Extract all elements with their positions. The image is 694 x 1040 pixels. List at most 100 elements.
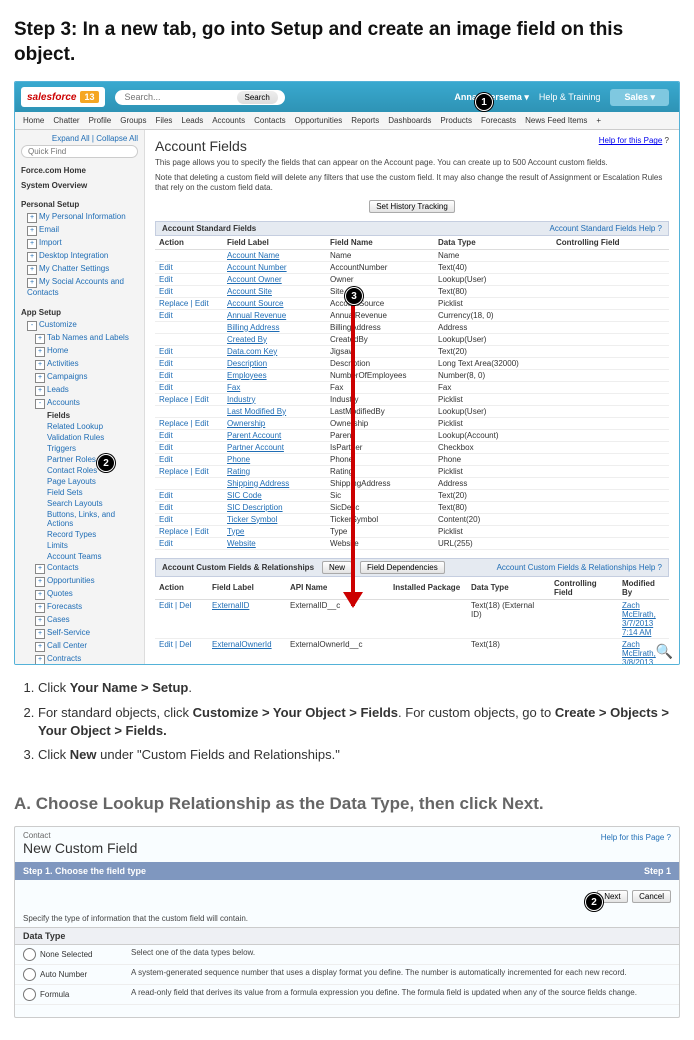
- quick-find-input[interactable]: [21, 145, 138, 158]
- tab-contacts[interactable]: Contacts: [254, 116, 286, 125]
- sidebar-item[interactable]: +Self-Service: [21, 627, 138, 640]
- sidebar-item[interactable]: +My Personal Information: [21, 211, 138, 224]
- tab-leads[interactable]: Leads: [181, 116, 203, 125]
- tab-profile[interactable]: Profile: [89, 116, 112, 125]
- row-action[interactable]: Edit: [155, 309, 223, 321]
- sidebar-item[interactable]: +Opportunities: [21, 575, 138, 588]
- tab-chatter[interactable]: Chatter: [53, 116, 79, 125]
- sidebar-item[interactable]: +Call Center: [21, 640, 138, 653]
- accounts-node[interactable]: -Accounts: [21, 397, 138, 410]
- sidebar-item[interactable]: +Quotes: [21, 588, 138, 601]
- ncf-help-link[interactable]: Help for this Page ?: [601, 827, 679, 842]
- tab-news-feed-items[interactable]: News Feed Items: [525, 116, 587, 125]
- sidebar-item[interactable]: +Forecasts: [21, 601, 138, 614]
- radio-none[interactable]: None Selected Select one of the data typ…: [15, 945, 679, 965]
- row-action[interactable]: Edit: [155, 453, 223, 465]
- field-label-link[interactable]: Account Number: [227, 263, 287, 272]
- field-label-link[interactable]: Website: [227, 539, 256, 548]
- row-action[interactable]: Edit: [155, 345, 223, 357]
- sidebar-item[interactable]: +Activities: [21, 358, 138, 371]
- sidebar-item[interactable]: +Home: [21, 345, 138, 358]
- row-action[interactable]: [155, 477, 223, 489]
- sidebar-item[interactable]: Validation Rules: [21, 432, 138, 443]
- forcecom-home-link[interactable]: Force.com Home: [21, 166, 138, 175]
- sidebar-item[interactable]: Buttons, Links, and Actions: [21, 509, 138, 529]
- tab-dashboards[interactable]: Dashboards: [388, 116, 431, 125]
- row-action[interactable]: Edit: [155, 285, 223, 297]
- sidebar-item[interactable]: Fields: [21, 410, 138, 421]
- search-input[interactable]: [123, 91, 237, 103]
- sidebar-item[interactable]: Page Layouts: [21, 476, 138, 487]
- row-action[interactable]: [155, 405, 223, 417]
- field-label-link[interactable]: Rating: [227, 467, 250, 476]
- sidebar-item[interactable]: +Import: [21, 237, 138, 250]
- field-label-link[interactable]: Shipping Address: [227, 479, 289, 488]
- tab-files[interactable]: Files: [156, 116, 173, 125]
- tab-groups[interactable]: Groups: [120, 116, 146, 125]
- sidebar-item[interactable]: +Cases: [21, 614, 138, 627]
- field-label-link[interactable]: Account Site: [227, 287, 272, 296]
- sidebar-item[interactable]: Contact Roles: [21, 465, 138, 476]
- field-dependencies-button[interactable]: Field Dependencies: [360, 561, 445, 574]
- field-label-link[interactable]: Description: [227, 359, 267, 368]
- sidebar-item[interactable]: Related Lookup: [21, 421, 138, 432]
- zoom-icon[interactable]: 🔍: [656, 643, 673, 660]
- row-action[interactable]: Edit: [155, 513, 223, 525]
- row-action[interactable]: Edit | Del: [155, 599, 208, 638]
- sidebar-item[interactable]: Search Layouts: [21, 498, 138, 509]
- expand-collapse-link[interactable]: Expand All | Collapse All: [21, 134, 138, 143]
- field-label-link[interactable]: Last Modified By: [227, 407, 286, 416]
- app-switcher[interactable]: Sales ▾: [610, 89, 669, 106]
- field-label-link[interactable]: Ownership: [227, 419, 265, 428]
- set-history-tracking-button[interactable]: Set History Tracking: [369, 200, 455, 213]
- sidebar-item[interactable]: Limits: [21, 540, 138, 551]
- field-label-link[interactable]: Phone: [227, 455, 250, 464]
- field-label-link[interactable]: Account Source: [227, 299, 283, 308]
- field-label-link[interactable]: Parent Account: [227, 431, 281, 440]
- row-action[interactable]: Replace | Edit: [155, 417, 223, 429]
- sidebar-item[interactable]: Field Sets: [21, 487, 138, 498]
- tab-forecasts[interactable]: Forecasts: [481, 116, 516, 125]
- sidebar-item[interactable]: Partner Roles: [21, 454, 138, 465]
- row-action[interactable]: Edit: [155, 261, 223, 273]
- sidebar-item[interactable]: +Leads: [21, 384, 138, 397]
- custom-fields-help-link[interactable]: Account Custom Fields & Relationships He…: [497, 563, 662, 572]
- field-label-link[interactable]: ExternalID: [212, 601, 249, 610]
- new-custom-field-button[interactable]: New: [322, 561, 352, 574]
- row-action[interactable]: [155, 249, 223, 261]
- help-link[interactable]: Help & Training: [539, 92, 601, 102]
- row-action[interactable]: Edit: [155, 357, 223, 369]
- field-label-link[interactable]: Account Name: [227, 251, 279, 260]
- row-action[interactable]: Edit: [155, 369, 223, 381]
- sidebar-item[interactable]: +Email: [21, 224, 138, 237]
- row-action[interactable]: Replace | Edit: [155, 393, 223, 405]
- radio-auto-input[interactable]: [23, 968, 36, 981]
- row-action[interactable]: Edit: [155, 441, 223, 453]
- row-action[interactable]: Edit: [155, 489, 223, 501]
- radio-formula[interactable]: Formula A read-only field that derives i…: [15, 985, 679, 1005]
- tab-products[interactable]: Products: [440, 116, 472, 125]
- tab-reports[interactable]: Reports: [351, 116, 379, 125]
- row-action[interactable]: Edit: [155, 537, 223, 549]
- row-action[interactable]: [155, 333, 223, 345]
- field-label-link[interactable]: Fax: [227, 383, 240, 392]
- tab-opportunities[interactable]: Opportunities: [295, 116, 343, 125]
- radio-formula-input[interactable]: [23, 988, 36, 1001]
- row-action[interactable]: Replace | Edit: [155, 525, 223, 537]
- row-action[interactable]: Replace | Edit: [155, 297, 223, 309]
- sidebar-item[interactable]: Triggers: [21, 443, 138, 454]
- row-action[interactable]: Edit | Del: [155, 638, 208, 665]
- tab--[interactable]: +: [596, 116, 601, 125]
- row-action[interactable]: [155, 321, 223, 333]
- field-label-link[interactable]: Data.com Key: [227, 347, 277, 356]
- global-search[interactable]: Search: [115, 90, 285, 105]
- row-action[interactable]: Edit: [155, 381, 223, 393]
- sidebar-item[interactable]: Account Teams: [21, 551, 138, 562]
- field-label-link[interactable]: Billing Address: [227, 323, 279, 332]
- std-fields-help-link[interactable]: Account Standard Fields Help ?: [549, 224, 662, 233]
- customize-node[interactable]: -Customize: [21, 319, 138, 332]
- field-label-link[interactable]: Industry: [227, 395, 255, 404]
- search-button[interactable]: Search: [237, 91, 278, 104]
- field-label-link[interactable]: Employees: [227, 371, 267, 380]
- field-label-link[interactable]: Type: [227, 527, 244, 536]
